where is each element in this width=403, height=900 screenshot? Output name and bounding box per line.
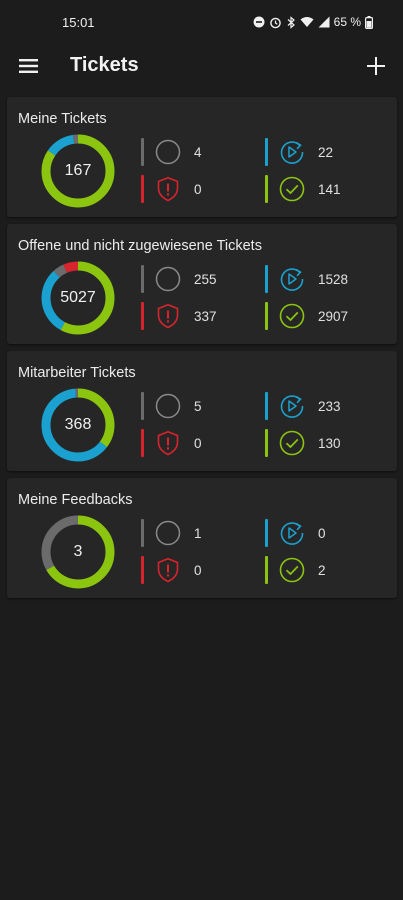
donut-total: 167 bbox=[64, 162, 92, 179]
app-bar: Tickets bbox=[0, 44, 403, 88]
stat-done: 2 bbox=[265, 555, 385, 585]
play-refresh-icon bbox=[279, 139, 305, 165]
donut-total: 3 bbox=[73, 543, 83, 560]
in-progress-count: 233 bbox=[318, 398, 341, 414]
donut-total: 368 bbox=[64, 416, 92, 433]
play-refresh-icon bbox=[279, 520, 305, 546]
ticket-card[interactable]: Meine Tickets 167 4 22 0 141 bbox=[7, 97, 397, 217]
card-title: Meine Feedbacks bbox=[18, 492, 133, 508]
ticket-donut-chart: 167 bbox=[40, 133, 116, 209]
stat-in-progress: 22 bbox=[265, 137, 385, 167]
escalated-count: 337 bbox=[194, 308, 217, 324]
donut-total: 5027 bbox=[60, 289, 96, 306]
stat-open: 1 bbox=[141, 518, 261, 548]
plus-icon bbox=[367, 57, 385, 75]
done-bar bbox=[265, 429, 268, 457]
card-title: Meine Tickets bbox=[18, 111, 107, 127]
ticket-card[interactable]: Mitarbeiter Tickets 368 5 233 0 130 bbox=[7, 351, 397, 471]
add-ticket-button[interactable] bbox=[363, 53, 389, 79]
ticket-donut-chart: 5027 bbox=[40, 260, 116, 336]
alarm-icon bbox=[269, 17, 281, 28]
signal-icon bbox=[318, 16, 330, 28]
escalated-bar bbox=[141, 556, 144, 584]
in-progress-count: 0 bbox=[318, 525, 326, 541]
escalated-bar bbox=[141, 175, 144, 203]
done-bar bbox=[265, 556, 268, 584]
in-progress-bar bbox=[265, 519, 268, 547]
status-bar: 15:01 65 % bbox=[0, 0, 403, 44]
check-circle-icon bbox=[279, 176, 305, 202]
in-progress-bar bbox=[265, 265, 268, 293]
done-count: 141 bbox=[318, 181, 341, 197]
stat-open: 255 bbox=[141, 264, 261, 294]
stat-in-progress: 233 bbox=[265, 391, 385, 421]
escalated-bar bbox=[141, 302, 144, 330]
open-count: 4 bbox=[194, 144, 202, 160]
open-circle-icon bbox=[155, 266, 181, 292]
stat-open: 4 bbox=[141, 137, 261, 167]
open-count: 1 bbox=[194, 525, 202, 541]
play-refresh-icon bbox=[279, 393, 305, 419]
open-circle-icon bbox=[155, 393, 181, 419]
shield-alert-icon bbox=[155, 303, 181, 329]
open-bar bbox=[141, 519, 144, 547]
check-circle-icon bbox=[279, 557, 305, 583]
open-bar bbox=[141, 138, 144, 166]
in-progress-bar bbox=[265, 392, 268, 420]
in-progress-bar bbox=[265, 138, 268, 166]
open-bar bbox=[141, 392, 144, 420]
open-bar bbox=[141, 265, 144, 293]
open-circle-icon bbox=[155, 520, 181, 546]
in-progress-count: 22 bbox=[318, 144, 334, 160]
in-progress-count: 1528 bbox=[318, 271, 349, 287]
open-circle-icon bbox=[155, 139, 181, 165]
ticket-donut-chart: 368 bbox=[40, 387, 116, 463]
stat-done: 2907 bbox=[265, 301, 385, 331]
wifi-icon bbox=[300, 17, 314, 27]
open-count: 5 bbox=[194, 398, 202, 414]
bluetooth-icon bbox=[287, 15, 295, 29]
done-count: 2907 bbox=[318, 308, 349, 324]
escalated-count: 0 bbox=[194, 181, 202, 197]
stat-open: 5 bbox=[141, 391, 261, 421]
ticket-card[interactable]: Meine Feedbacks 3 1 0 0 2 bbox=[7, 478, 397, 598]
open-count: 255 bbox=[194, 271, 217, 287]
escalated-count: 0 bbox=[194, 562, 202, 578]
card-title: Mitarbeiter Tickets bbox=[18, 365, 136, 381]
stat-done: 141 bbox=[265, 174, 385, 204]
shield-alert-icon bbox=[155, 557, 181, 583]
done-bar bbox=[265, 175, 268, 203]
play-refresh-icon bbox=[279, 266, 305, 292]
stat-escalated: 0 bbox=[141, 174, 261, 204]
escalated-bar bbox=[141, 429, 144, 457]
check-circle-icon bbox=[279, 430, 305, 456]
status-icons: 65 % bbox=[253, 15, 373, 29]
stat-escalated: 0 bbox=[141, 555, 261, 585]
stat-escalated: 337 bbox=[141, 301, 261, 331]
page-title: Tickets bbox=[70, 54, 139, 76]
escalated-count: 0 bbox=[194, 435, 202, 451]
done-count: 130 bbox=[318, 435, 341, 451]
battery-percent: 65 % bbox=[333, 15, 361, 29]
done-count: 2 bbox=[318, 562, 326, 578]
card-title: Offene und nicht zugewiesene Tickets bbox=[18, 238, 262, 254]
battery-icon bbox=[365, 15, 373, 29]
do-not-disturb-icon bbox=[253, 16, 265, 28]
status-time: 15:01 bbox=[62, 14, 95, 30]
stat-in-progress: 0 bbox=[265, 518, 385, 548]
ticket-donut-chart: 3 bbox=[40, 514, 116, 590]
hamburger-menu-icon bbox=[19, 59, 38, 73]
stat-escalated: 0 bbox=[141, 428, 261, 458]
stat-done: 130 bbox=[265, 428, 385, 458]
done-bar bbox=[265, 302, 268, 330]
ticket-cards-list: Meine Tickets 167 4 22 0 141 Offene und … bbox=[7, 97, 397, 605]
shield-alert-icon bbox=[155, 176, 181, 202]
shield-alert-icon bbox=[155, 430, 181, 456]
menu-button[interactable] bbox=[18, 55, 40, 77]
stat-in-progress: 1528 bbox=[265, 264, 385, 294]
check-circle-icon bbox=[279, 303, 305, 329]
ticket-card[interactable]: Offene und nicht zugewiesene Tickets 502… bbox=[7, 224, 397, 344]
